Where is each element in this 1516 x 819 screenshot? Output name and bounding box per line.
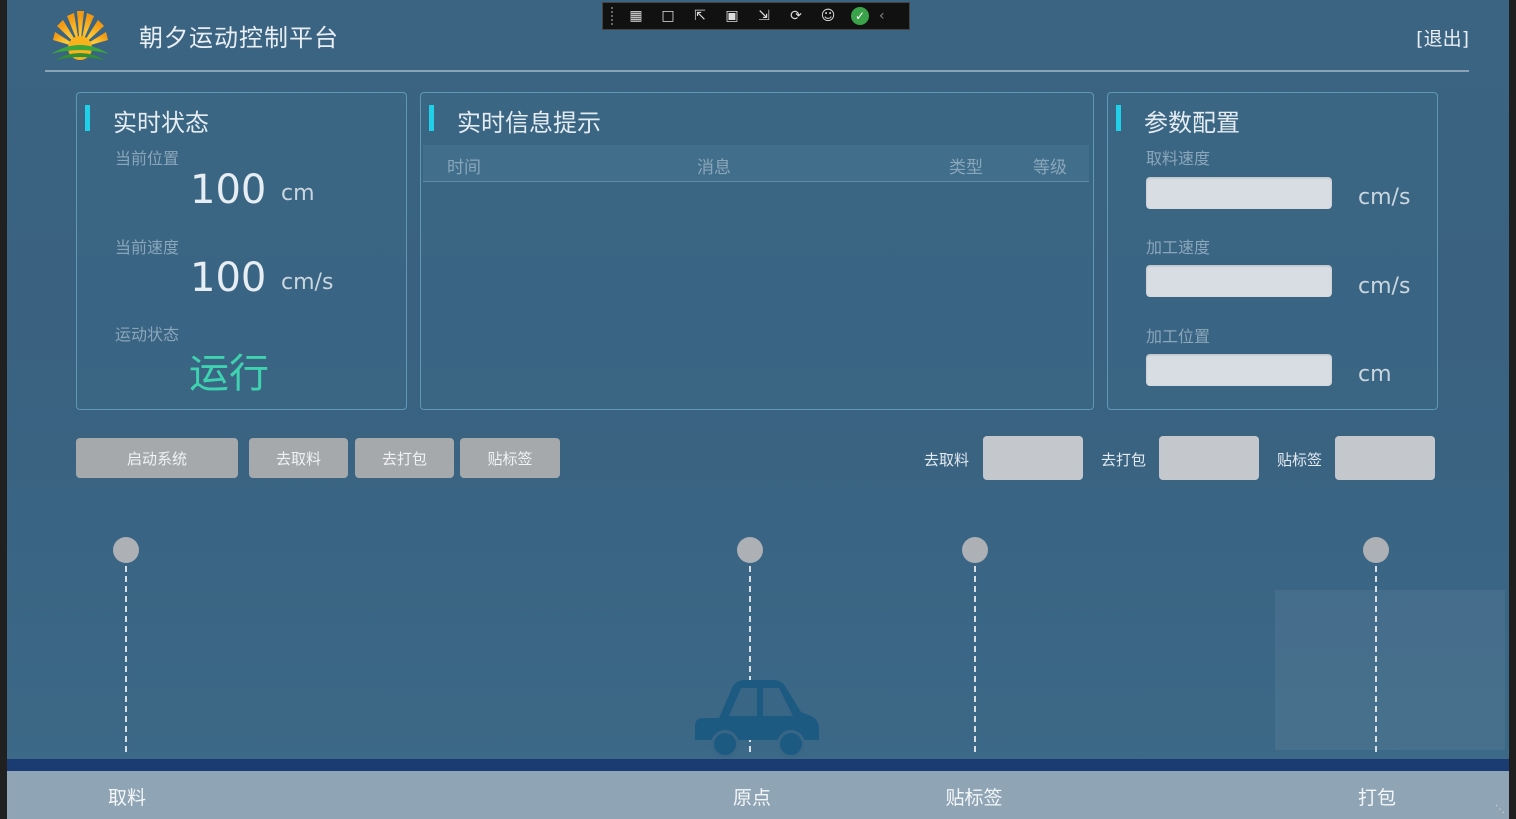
- accessibility-icon[interactable]: ☺: [815, 5, 841, 27]
- speed-label: 当前速度: [115, 238, 180, 257]
- record-icon[interactable]: □: [655, 5, 681, 27]
- car-icon: [695, 680, 819, 758]
- column-message[interactable]: 消息: [697, 153, 731, 178]
- param-config-panel: 参数配置 取料速度 cm/s 加工速度 cm/s 加工位置 cm: [1107, 92, 1438, 410]
- position-label: 当前位置: [115, 149, 180, 168]
- pick-station-marker: [113, 537, 139, 563]
- panel-title: 实时状态: [113, 109, 209, 137]
- pick-speed-label: 取料速度: [1146, 149, 1211, 168]
- left-editor-gutter: [0, 0, 7, 819]
- station-label-origin: 原点: [732, 787, 772, 809]
- grip-icon[interactable]: [611, 7, 617, 25]
- label-indicator-label: 贴标签: [1277, 451, 1323, 469]
- column-time[interactable]: 时间: [447, 153, 481, 178]
- hot-reload-icon[interactable]: ⟳: [783, 5, 809, 27]
- info-table-header: 时间 消息 类型 等级: [423, 145, 1089, 182]
- header-divider: [45, 70, 1469, 72]
- process-speed-input[interactable]: [1146, 265, 1332, 297]
- realtime-status-panel: 实时状态 当前位置 100 cm 当前速度 100 cm/s 运动状态 运行: [76, 92, 407, 410]
- pick-station-line: [125, 566, 127, 752]
- resize-grip-icon[interactable]: ⋱: [1495, 804, 1505, 815]
- go-pick-button[interactable]: 去取料: [249, 438, 348, 478]
- live-tree-icon[interactable]: ▦: [623, 5, 649, 27]
- pack-station-marker: [1363, 537, 1389, 563]
- track-rail: [7, 759, 1509, 771]
- column-level[interactable]: 等级: [1033, 153, 1067, 178]
- info-table-body[interactable]: [423, 183, 1089, 405]
- process-speed-label: 加工速度: [1146, 238, 1211, 257]
- speed-unit: cm/s: [281, 270, 334, 295]
- process-position-input[interactable]: [1146, 354, 1332, 386]
- debug-toolbar: ▦ □ ⇱ ▣ ⇲ ⟳ ☺ ✓ ‹: [602, 2, 910, 30]
- go-pick-indicator-label: 去取料: [924, 451, 970, 469]
- motion-label: 运动状态: [115, 325, 180, 344]
- frame-icon[interactable]: ▣: [719, 5, 745, 27]
- station-label-pack: 打包: [1357, 787, 1397, 809]
- sun-logo-icon: [51, 11, 109, 60]
- motion-status-value: 运行: [189, 351, 269, 397]
- position-value: 100: [190, 167, 267, 213]
- collapse-icon[interactable]: ‹: [879, 8, 885, 24]
- speed-value: 100: [190, 255, 267, 301]
- pick-speed-unit: cm/s: [1358, 185, 1411, 210]
- process-position-label: 加工位置: [1146, 327, 1211, 346]
- panel-title: 实时信息提示: [457, 109, 601, 137]
- process-position-unit: cm: [1358, 362, 1392, 387]
- accent-bar: [429, 105, 434, 131]
- logout-link[interactable]: [退出]: [1416, 24, 1469, 51]
- panel-title: 参数配置: [1144, 109, 1240, 137]
- position-unit: cm: [281, 181, 315, 206]
- station-label-pick: 取料: [107, 787, 147, 809]
- app-window: ▦ □ ⇱ ▣ ⇲ ⟳ ☺ ✓ ‹ 朝夕运动控制平台 [退出] 实时状态 当前位…: [7, 0, 1509, 819]
- ghost-overlay: [1275, 590, 1505, 750]
- station-label-label: 贴标签: [945, 787, 1003, 809]
- label-station-line: [974, 566, 976, 752]
- go-pack-indicator: [1159, 436, 1259, 480]
- go-pack-indicator-label: 去打包: [1101, 451, 1147, 469]
- go-pick-indicator: [983, 436, 1083, 480]
- app-title: 朝夕运动控制平台: [139, 24, 339, 52]
- accent-bar: [85, 105, 90, 131]
- start-system-button[interactable]: 启动系统: [76, 438, 238, 478]
- go-pack-button[interactable]: 去打包: [355, 438, 454, 478]
- label-station-marker: [962, 537, 988, 563]
- label-indicator: [1335, 436, 1435, 480]
- realtime-info-panel: 实时信息提示 时间 消息 类型 等级: [420, 92, 1094, 410]
- select-element-icon[interactable]: ⇱: [687, 5, 713, 27]
- process-speed-unit: cm/s: [1358, 274, 1411, 299]
- apply-label-button[interactable]: 贴标签: [460, 438, 560, 478]
- pick-speed-input[interactable]: [1146, 177, 1332, 209]
- pack-station-line: [1375, 566, 1377, 752]
- column-type[interactable]: 类型: [949, 153, 983, 178]
- origin-station-marker: [737, 537, 763, 563]
- check-icon[interactable]: ✓: [847, 5, 873, 27]
- accent-bar: [1116, 105, 1121, 131]
- track-focus-icon[interactable]: ⇲: [751, 5, 777, 27]
